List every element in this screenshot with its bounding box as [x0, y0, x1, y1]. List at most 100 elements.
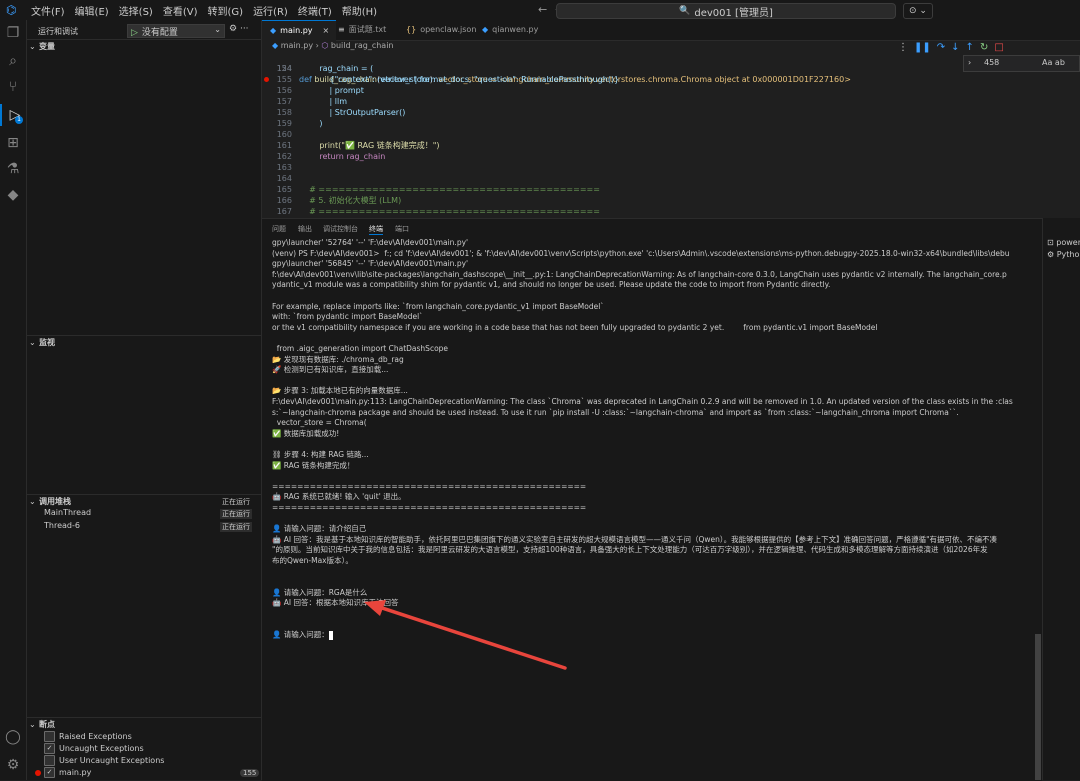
- breakpoint-dot-icon: [35, 770, 41, 776]
- terminal-line: For example, replace imports like: `from…: [272, 301, 605, 311]
- line-number: 167: [276, 207, 292, 216]
- tab-label: 面试题.txt: [348, 25, 387, 34]
- terminal-line: ✅ RAG 链条构建完成！: [272, 460, 355, 470]
- menu-terminal[interactable]: 终端(T): [293, 3, 337, 18]
- tab-main-py[interactable]: ◆ main.py ×: [262, 20, 336, 41]
- more-icon[interactable]: ···: [240, 24, 249, 34]
- python-icon[interactable]: ◆: [0, 184, 26, 206]
- python-file-icon: ◆: [270, 26, 277, 35]
- checkbox-checked[interactable]: ✓: [44, 743, 55, 754]
- panel-tab-problems[interactable]: 问题: [272, 224, 286, 234]
- breadcrumb-item[interactable]: build_rag_chain: [331, 41, 394, 50]
- run-debug-icon[interactable]: ▷: [0, 104, 28, 126]
- terminal-line: ✅ 数据库加载成功!: [272, 428, 340, 438]
- section-watch[interactable]: ⌄ 监视: [27, 335, 261, 350]
- code-line: 164: [262, 173, 1080, 184]
- menu-file[interactable]: 文件(F): [26, 3, 70, 18]
- breakpoint-label: User Uncaught Exceptions: [59, 756, 165, 765]
- terminal-list-item[interactable]: ⚙ Pytho...: [1047, 250, 1080, 259]
- line-number: 164: [276, 174, 292, 183]
- tab-interview-txt[interactable]: ≡ 面试题.txt: [330, 20, 406, 40]
- terminal-line: vector_store = Chroma(: [272, 418, 367, 428]
- checkbox[interactable]: [44, 731, 55, 742]
- account-icon[interactable]: ◯: [0, 726, 26, 748]
- panel-tab-debug-console[interactable]: 调试控制台: [323, 224, 358, 234]
- manage-gear-icon[interactable]: ⚙: [0, 754, 26, 776]
- section-label: 监视: [39, 338, 55, 347]
- code-text: # ======================================…: [299, 185, 600, 194]
- breadcrumb-item[interactable]: main.py: [281, 41, 313, 50]
- code-text: | StrOutputParser(): [299, 108, 406, 117]
- breakpoint-item[interactable]: User Uncaught Exceptions: [44, 755, 164, 766]
- run-config-select[interactable]: ▷ 没有配置 ⌄: [127, 24, 225, 38]
- extensions-icon[interactable]: ⊞: [0, 132, 26, 154]
- search-icon[interactable]: ⌕: [0, 50, 26, 72]
- run-debug-sidebar: 运行和调试 ▷ 没有配置 ⌄ ⚙ ··· ⌄ 变量 ⌄ 监视 ⌄ 调用堆栈 正在运行 M…: [27, 20, 262, 780]
- code-text: print("✅ RAG 链条构建完成！"): [299, 141, 440, 150]
- explorer-icon[interactable]: ❐: [0, 22, 26, 44]
- section-variables[interactable]: ⌄ 变量: [27, 39, 261, 54]
- terminal-line: ========================================…: [272, 481, 587, 491]
- thread-item[interactable]: MainThread: [44, 508, 91, 517]
- line-number: 154: [276, 64, 292, 73]
- back-arrow-icon[interactable]: ←: [538, 3, 547, 16]
- tab-qianwen-py[interactable]: ◆ qianwen.py: [474, 20, 554, 40]
- source-control-icon[interactable]: ⑂: [0, 76, 26, 98]
- code-text: rag_chain = (: [299, 64, 374, 73]
- menu-run[interactable]: 运行(R): [248, 3, 293, 18]
- tab-openclaw-json[interactable]: {} openclaw.json: [398, 20, 478, 40]
- close-icon[interactable]: ×: [323, 26, 330, 35]
- start-debug-icon[interactable]: ▷: [131, 28, 138, 38]
- tab-label: main.py: [280, 26, 313, 35]
- code-text: # 5. 初始化大模型 (LLM): [299, 196, 402, 205]
- gear-icon[interactable]: ⚙: [229, 24, 237, 34]
- terminal-list-item[interactable]: ⊡ power...: [1047, 238, 1080, 247]
- section-label: 调用堆栈: [39, 497, 71, 506]
- line-number: 161: [276, 141, 292, 150]
- code-line: 159 ): [262, 118, 1080, 129]
- code-line: 157 | llm: [262, 96, 1080, 107]
- checkbox-checked[interactable]: ✓: [44, 767, 55, 778]
- terminal-list-label: power...: [1056, 238, 1080, 247]
- command-center-label: dev001 [管理员]: [694, 7, 773, 19]
- menu-selection[interactable]: 选择(S): [114, 3, 158, 18]
- panel-tab-terminal[interactable]: 终端: [369, 224, 383, 235]
- text-file-icon: ≡: [338, 25, 345, 34]
- panel-tab-output[interactable]: 输出: [298, 224, 312, 234]
- terminal-line: 🤖 AI 回答：根据本地知识库无法回答: [272, 598, 399, 608]
- terminal-list: ⊡ power... ⚙ Pytho...: [1042, 218, 1080, 780]
- terminal-scrollbar[interactable]: [1035, 634, 1041, 780]
- code-line: 155 {"context": retriever | format_docs,…: [262, 74, 1080, 85]
- testing-icon[interactable]: ⚗: [0, 158, 26, 180]
- menu-view[interactable]: 查看(V): [158, 3, 203, 18]
- tab-label: qianwen.py: [492, 25, 539, 34]
- menu-help[interactable]: 帮助(H): [337, 3, 382, 18]
- breakpoint-item[interactable]: Raised Exceptions: [44, 731, 132, 742]
- section-label: 断点: [39, 720, 55, 729]
- terminal-cursor: [328, 630, 333, 640]
- code-editor[interactable]: 124 def build_rag_chain(vector_store): v…: [262, 52, 1080, 218]
- menu-bar: 文件(F) 编辑(E) 选择(S) 查看(V) 转到(G) 运行(R) 终端(T…: [26, 3, 382, 18]
- terminal-line: ========================================…: [272, 503, 587, 512]
- menu-edit[interactable]: 编辑(E): [70, 3, 114, 18]
- code-text: {"context": retriever | format_docs, "qu…: [299, 75, 620, 84]
- panel-tab-ports[interactable]: 端口: [395, 224, 409, 234]
- code-line: 165 # ==================================…: [262, 184, 1080, 195]
- breakpoint-label: main.py: [59, 768, 92, 777]
- command-center-search[interactable]: 🔍 dev001 [管理员]: [556, 3, 896, 19]
- breakpoint-dot-icon[interactable]: [264, 77, 269, 82]
- breakpoint-item[interactable]: ✓ Uncaught Exceptions: [44, 743, 144, 754]
- code-line: 166 # 5. 初始化大模型 (LLM): [262, 195, 1080, 206]
- thread-item[interactable]: Thread-6: [44, 521, 80, 530]
- run-config-label: 没有配置: [141, 28, 178, 38]
- section-breakpoints[interactable]: ⌄ 断点: [27, 717, 261, 732]
- checkbox[interactable]: [44, 755, 55, 766]
- terminal-line: F:\dev\AI\dev001\main.py:113: LangChainD…: [272, 397, 1013, 406]
- line-number: 160: [276, 130, 292, 139]
- copilot-button[interactable]: ⊙ ⌄: [903, 3, 933, 19]
- thread-status: 正在运行: [220, 509, 252, 519]
- callstack-status: 正在运行: [222, 498, 250, 506]
- menu-go[interactable]: 转到(G): [203, 3, 249, 18]
- breakpoint-item[interactable]: ✓ main.py: [44, 767, 91, 778]
- line-number: 166: [276, 196, 292, 205]
